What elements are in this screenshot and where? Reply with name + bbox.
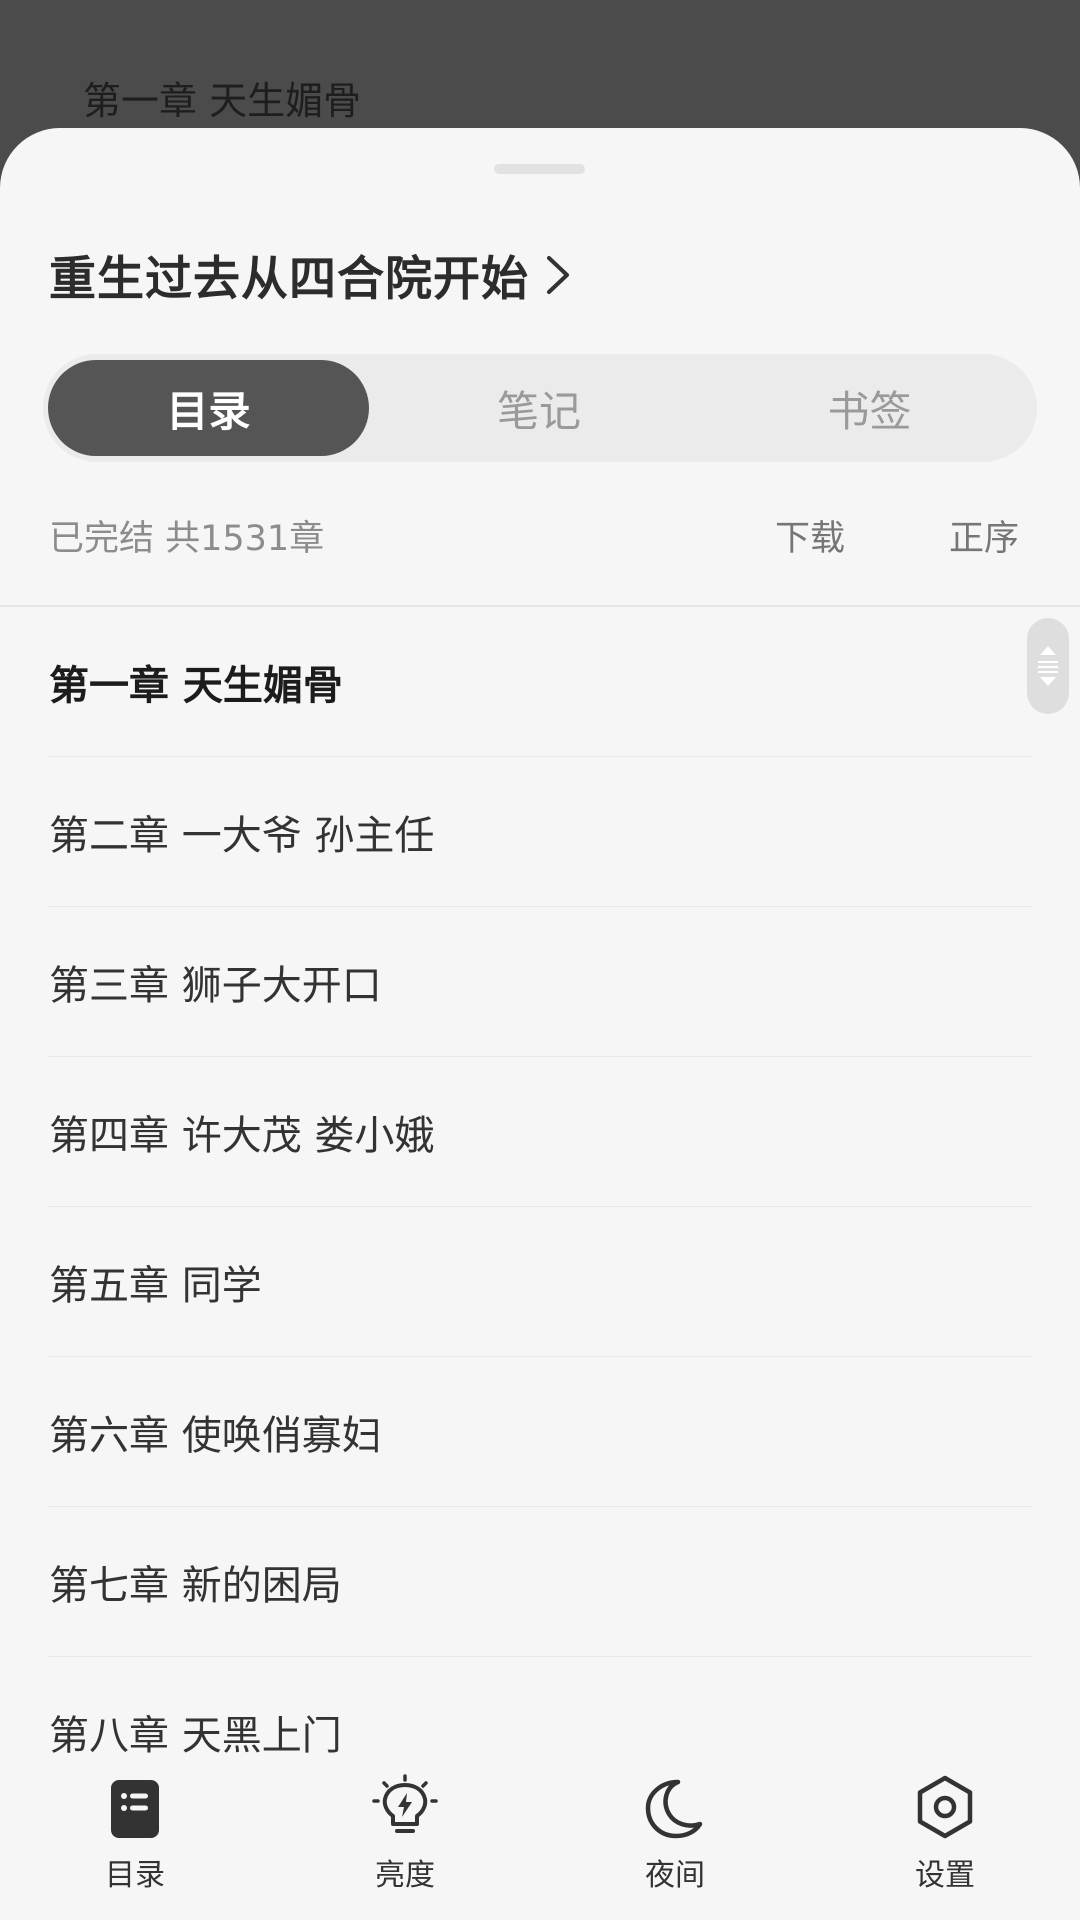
nav-night-mode[interactable]: 夜间: [540, 1760, 810, 1920]
chapter-item[interactable]: 第六章 使唤俏寡妇: [49, 1357, 1033, 1507]
fast-scroll-handle[interactable]: [1027, 618, 1069, 714]
nav-brightness-label: 亮度: [375, 1858, 435, 1893]
nav-settings[interactable]: 设置: [810, 1760, 1080, 1920]
tab-bookmarks[interactable]: 书签: [709, 360, 1030, 456]
settings-icon: [917, 1775, 973, 1839]
background-chapter-title: 第一章 天生媚骨: [83, 79, 362, 123]
sort-order-button[interactable]: 正序: [949, 510, 1019, 561]
nav-catalog-label: 目录: [105, 1858, 165, 1893]
nav-brightness[interactable]: 亮度: [270, 1760, 540, 1920]
catalog-icon: [111, 1780, 159, 1838]
chapter-item[interactable]: 第五章 同学: [49, 1207, 1033, 1357]
book-title: 重生过去从四合院开始: [49, 252, 529, 307]
tab-catalog[interactable]: 目录: [48, 360, 369, 456]
tab-notes[interactable]: 笔记: [369, 360, 709, 456]
scroll-arrows-icon: [1038, 646, 1058, 686]
catalog-meta: 已完结 共1531章 下载 正序: [49, 510, 1039, 560]
nav-night-label: 夜间: [645, 1858, 705, 1893]
book-status: 已完结 共1531章: [49, 518, 325, 559]
nav-settings-label: 设置: [915, 1858, 975, 1893]
bottom-toolbar: 目录 亮度 夜间 设置: [0, 1760, 1080, 1920]
drag-handle[interactable]: [494, 164, 585, 174]
book-title-link[interactable]: 重生过去从四合院开始: [49, 240, 573, 309]
chapter-item-current[interactable]: 第一章 天生媚骨: [49, 607, 1033, 757]
download-button[interactable]: 下载: [775, 510, 845, 561]
chapter-item[interactable]: 第三章 狮子大开口: [49, 907, 1033, 1057]
moon-icon: [645, 1779, 703, 1839]
chapter-list: 第一章 天生媚骨 第二章 一大爷 孙主任 第三章 狮子大开口 第四章 许大茂 娄…: [0, 607, 1080, 1807]
brightness-icon: [372, 1774, 438, 1833]
chapter-item[interactable]: 第七章 新的困局: [49, 1507, 1033, 1657]
tab-bar: 目录 笔记 书签: [43, 354, 1037, 462]
chevron-right-icon: [547, 255, 569, 294]
catalog-sheet: 重生过去从四合院开始 目录 笔记 书签 已完结 共1531章 下载 正序 第一章…: [0, 128, 1080, 1920]
chapter-item[interactable]: 第四章 许大茂 娄小娥: [49, 1057, 1033, 1207]
nav-catalog[interactable]: 目录: [0, 1760, 270, 1920]
chapter-item[interactable]: 第二章 一大爷 孙主任: [49, 757, 1033, 907]
